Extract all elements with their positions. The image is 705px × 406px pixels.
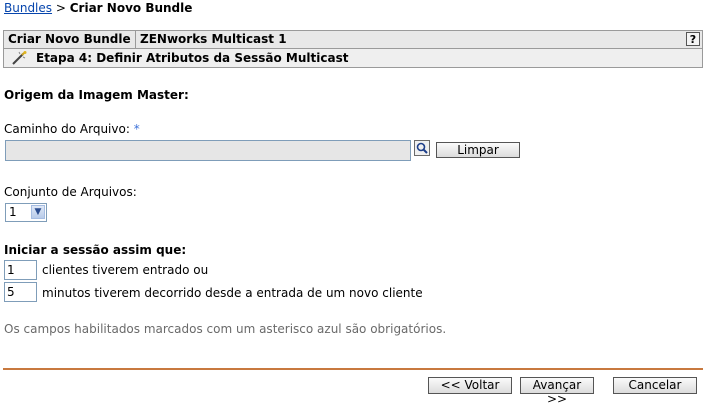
minutes-input[interactable] xyxy=(4,282,37,302)
wand-icon xyxy=(10,50,28,69)
fileset-value: 1 xyxy=(9,205,17,219)
required-asterisk: * xyxy=(133,122,140,136)
back-button[interactable]: << Voltar xyxy=(428,377,512,394)
cancel-button[interactable]: Cancelar xyxy=(613,377,697,394)
required-fields-note: Os campos habilitados marcados com um as… xyxy=(4,322,447,336)
fileset-select[interactable]: 1 ▼ xyxy=(5,203,47,222)
help-button[interactable]: ? xyxy=(686,32,700,46)
minutes-label: minutos tiverem decorrido desde a entrad… xyxy=(42,286,423,300)
clients-input[interactable] xyxy=(4,260,37,280)
path-label: Caminho do Arquivo: * xyxy=(4,122,140,136)
breadcrumb-current: Criar Novo Bundle xyxy=(69,1,193,15)
step-bar: Etapa 4: Definir Atributos da Sessão Mul… xyxy=(3,48,703,68)
header-bundle-title: Criar Novo Bundle xyxy=(8,32,131,46)
breadcrumb: Bundles > Criar Novo Bundle xyxy=(4,1,192,15)
wizard-header: Criar Novo Bundle ZENworks Multicast 1 ? xyxy=(3,30,703,48)
clear-button[interactable]: Limpar xyxy=(436,142,520,158)
next-button[interactable]: Avançar >> xyxy=(520,377,594,406)
breadcrumb-bundles-link[interactable]: Bundles xyxy=(4,1,52,15)
browse-icon[interactable] xyxy=(414,140,430,156)
header-bundle-name: ZENworks Multicast 1 xyxy=(140,32,287,46)
section-title-master-image: Origem da Imagem Master: xyxy=(4,88,189,102)
footer-divider xyxy=(3,368,703,370)
path-input[interactable] xyxy=(5,140,411,161)
step-title: Etapa 4: Definir Atributos da Sessão Mul… xyxy=(36,51,349,65)
breadcrumb-separator: > xyxy=(55,1,66,15)
chevron-down-icon[interactable]: ▼ xyxy=(31,205,45,219)
start-session-title: Iniciar a sessão assim que: xyxy=(4,243,187,257)
fileset-label: Conjunto de Arquivos: xyxy=(4,185,137,199)
clients-label: clientes tiverem entrado ou xyxy=(42,263,209,277)
